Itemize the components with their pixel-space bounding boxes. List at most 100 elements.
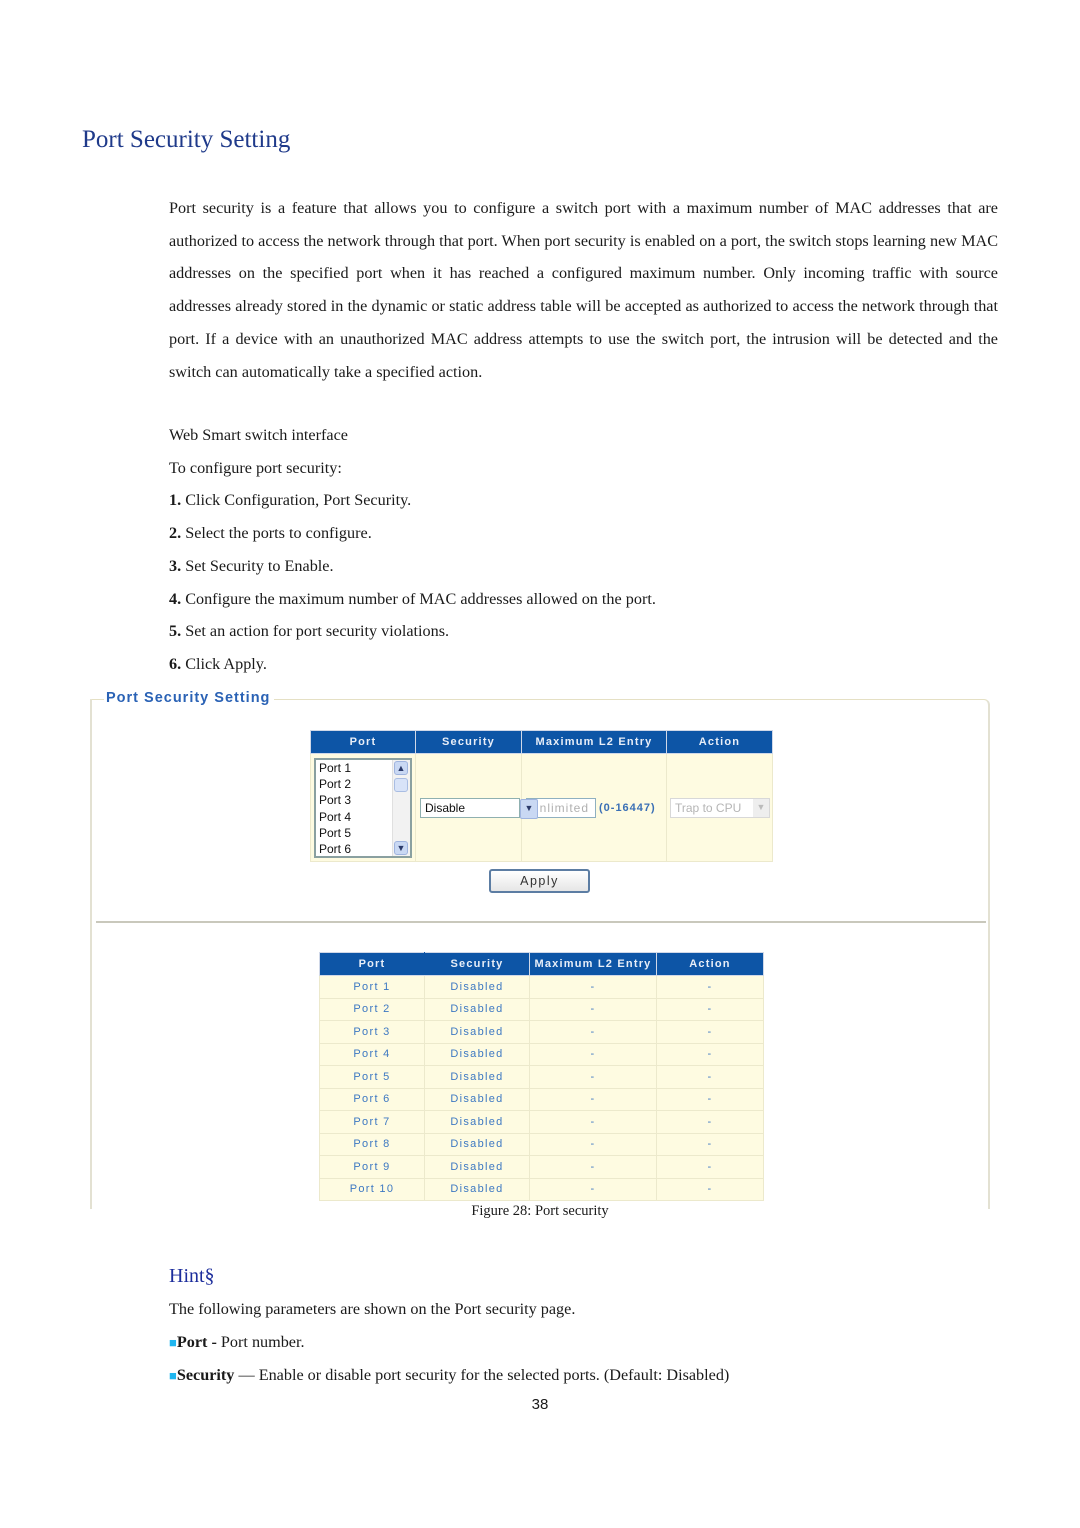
status-security: Disabled xyxy=(424,1155,530,1179)
config-table: Port Security Maximum L2 Entry Action Po… xyxy=(310,730,773,862)
config-header-max-entry: Maximum L2 Entry xyxy=(521,730,667,754)
status-row: Port 4 Disabled - - xyxy=(319,1042,764,1066)
status-row: Port 8 Disabled - - xyxy=(319,1132,764,1156)
status-max-entry: - xyxy=(529,1042,657,1066)
status-security: Disabled xyxy=(424,1087,530,1111)
status-security: Disabled xyxy=(424,1110,530,1134)
param-desc: Enable or disable port security for the … xyxy=(258,1366,730,1384)
status-max-entry: - xyxy=(529,1177,657,1201)
status-action: - xyxy=(656,1110,764,1134)
port-listbox[interactable]: Port 1 Port 2 Port 3 Port 4 Port 5 Port … xyxy=(314,757,412,858)
step-number: 3. xyxy=(169,557,182,575)
status-port: Port 9 xyxy=(319,1155,425,1179)
status-row: Port 2 Disabled - - xyxy=(319,997,764,1021)
param-name: Security xyxy=(176,1366,235,1384)
status-action: - xyxy=(656,1042,764,1066)
step-text: Click Apply. xyxy=(181,655,267,673)
status-header-max-entry: Maximum L2 Entry xyxy=(529,952,657,976)
status-security: Disabled xyxy=(424,1065,530,1089)
step-5: 5. Set an action for port security viola… xyxy=(169,622,449,641)
step-number: 5. xyxy=(169,622,182,640)
status-security: Disabled xyxy=(424,997,530,1021)
step-number: 4. xyxy=(169,590,182,608)
status-row: Port 1 Disabled - - xyxy=(319,975,764,999)
param-sep: - xyxy=(207,1333,221,1351)
status-action: - xyxy=(656,997,764,1021)
action-select-value: Trap to CPU xyxy=(675,800,742,815)
status-port: Port 4 xyxy=(319,1042,425,1066)
status-max-entry: - xyxy=(529,975,657,999)
hint-intro: The following parameters are shown on th… xyxy=(169,1300,576,1318)
step-1: 1. Click Configuration, Port Security. xyxy=(169,491,411,510)
status-port: Port 1 xyxy=(319,975,425,999)
bullet-icon: ■ xyxy=(169,1368,177,1383)
status-action: - xyxy=(656,1177,764,1201)
max-entry-range: (0-16447) xyxy=(599,801,656,814)
apply-button[interactable]: Apply xyxy=(489,869,590,893)
status-max-entry: - xyxy=(529,1065,657,1089)
status-table: Port Security Maximum L2 Entry Action Po… xyxy=(319,952,764,1201)
status-action: - xyxy=(656,1087,764,1111)
interface-label: Web Smart switch interface xyxy=(169,426,348,444)
chevron-down-icon[interactable]: ▼ xyxy=(520,798,538,819)
divider xyxy=(96,921,986,923)
status-port: Port 8 xyxy=(319,1132,425,1156)
status-security: Disabled xyxy=(424,1132,530,1156)
steps-intro: To configure port security: xyxy=(169,459,342,477)
chevron-down-icon[interactable]: ▼ xyxy=(753,798,769,817)
status-header-port: Port xyxy=(319,952,425,976)
status-port: Port 2 xyxy=(319,997,425,1021)
chevron-down-icon[interactable]: ▼ xyxy=(394,840,408,855)
max-entry-cell: Unlimited (0-16447) xyxy=(521,753,667,862)
step-text: Click Configuration, Port Security. xyxy=(181,491,412,509)
status-port: Port 7 xyxy=(319,1110,425,1134)
status-row: Port 9 Disabled - - xyxy=(319,1155,764,1179)
status-security: Disabled xyxy=(424,975,530,999)
status-security: Disabled xyxy=(424,1177,530,1201)
status-port: Port 5 xyxy=(319,1065,425,1089)
status-action: - xyxy=(656,1065,764,1089)
step-number: 6. xyxy=(169,655,182,673)
param-name: Port xyxy=(176,1333,208,1351)
status-header-security: Security xyxy=(424,952,530,976)
section-heading: Port Security Setting xyxy=(82,126,291,153)
security-select[interactable]: Disable ▼ xyxy=(420,797,538,819)
chevron-up-icon[interactable]: ▲ xyxy=(394,760,408,775)
step-6: 6. Click Apply. xyxy=(169,655,267,674)
status-action: - xyxy=(656,975,764,999)
param-security: ■Security — Enable or disable port secur… xyxy=(169,1366,729,1385)
step-4: 4. Configure the maximum number of MAC a… xyxy=(169,590,656,609)
step-text: Configure the maximum number of MAC addr… xyxy=(181,590,656,608)
step-3: 3. Set Security to Enable. xyxy=(169,557,334,576)
security-select-value: Disable xyxy=(425,800,466,815)
status-row: Port 10 Disabled - - xyxy=(319,1177,764,1201)
status-action: - xyxy=(656,1020,764,1044)
status-security: Disabled xyxy=(424,1020,530,1044)
status-max-entry: - xyxy=(529,997,657,1021)
status-port: Port 3 xyxy=(319,1020,425,1044)
status-action: - xyxy=(656,1155,764,1179)
status-header-action: Action xyxy=(656,952,764,976)
param-sep: — xyxy=(234,1366,259,1384)
param-desc: Port number. xyxy=(220,1333,305,1351)
step-text: Set Security to Enable. xyxy=(181,557,334,575)
step-number: 2. xyxy=(169,524,182,542)
status-port: Port 10 xyxy=(319,1177,425,1201)
page-number: 38 xyxy=(531,1396,549,1413)
bullet-icon: ■ xyxy=(169,1335,177,1350)
status-row: Port 5 Disabled - - xyxy=(319,1065,764,1089)
param-port: ■Port - Port number. xyxy=(169,1333,305,1352)
status-port: Port 6 xyxy=(319,1087,425,1111)
status-row: Port 6 Disabled - - xyxy=(319,1087,764,1111)
security-cell: Disable ▼ xyxy=(415,753,538,862)
action-select[interactable]: Trap to CPU ▼ xyxy=(670,797,770,818)
listbox-scrollbar[interactable]: ▲ ▼ xyxy=(392,759,410,856)
status-max-entry: - xyxy=(529,1110,657,1134)
step-number: 1. xyxy=(169,491,182,509)
scrollbar-thumb[interactable] xyxy=(394,777,408,792)
port-cell: Port 1 Port 2 Port 3 Port 4 Port 5 Port … xyxy=(310,753,416,862)
status-action: - xyxy=(656,1132,764,1156)
step-text: Set an action for port security violatio… xyxy=(181,622,450,640)
intro-paragraph: Port security is a feature that allows y… xyxy=(169,199,998,381)
panel-title: Port Security Setting xyxy=(104,690,275,706)
